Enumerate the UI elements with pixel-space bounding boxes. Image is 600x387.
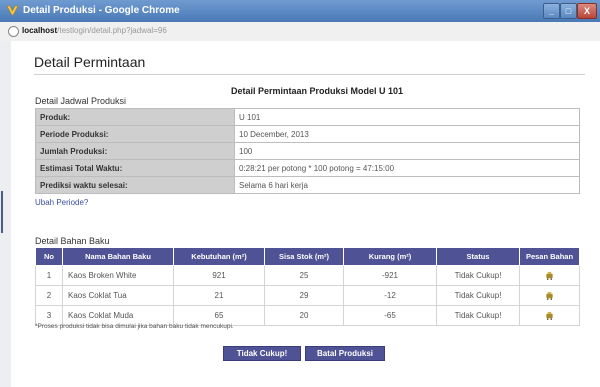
cart-icon[interactable] — [545, 271, 554, 281]
cart-icon[interactable] — [545, 291, 554, 301]
column-header: Sisa Stok (m²) — [264, 247, 344, 266]
table-row: Jumlah Produksi: 100 — [35, 142, 580, 160]
cell-stock: 29 — [264, 285, 344, 306]
column-header: Status — [436, 247, 520, 266]
schedule-section-label: Detail Jadwal Produksi — [35, 96, 127, 106]
request-heading: Detail Permintaan Produksi Model U 101 — [231, 86, 404, 96]
title-divider — [34, 74, 585, 75]
cell-short: -921 — [343, 265, 437, 286]
row-value: Selama 6 hari kerja — [234, 176, 580, 194]
column-header: Kurang (m²) — [343, 247, 437, 266]
window-title: Detail Produksi - Google Chrome — [23, 5, 180, 16]
cell-stock: 20 — [264, 305, 344, 326]
cell-status: Tidak Cukup! — [436, 285, 520, 306]
row-label: Jumlah Produksi: — [35, 142, 235, 160]
cell-status: Tidak Cukup! — [436, 305, 520, 326]
close-button[interactable]: X — [577, 3, 597, 19]
materials-table: No Nama Bahan Baku Kebutuhan (m²) Sisa S… — [35, 247, 580, 326]
url-path: /testlogin/detail.php?jadwal=96 — [57, 26, 167, 35]
column-header: Pesan Bahan — [519, 247, 580, 266]
table-row: 2 Kaos Coklat Tua 21 29 -12 Tidak Cukup! — [35, 285, 580, 306]
page-left-frame — [0, 41, 11, 387]
row-value: U 101 — [234, 108, 580, 126]
maximize-button[interactable]: □ — [560, 3, 577, 19]
table-row: Estimasi Total Waktu: 0:28:21 per potong… — [35, 159, 580, 177]
cell-need: 921 — [173, 265, 265, 286]
chrome-icon — [6, 5, 19, 16]
change-period-link[interactable]: Ubah Periode? — [35, 198, 88, 207]
cart-icon[interactable] — [545, 311, 554, 321]
column-header: Nama Bahan Baku — [62, 247, 174, 266]
address-bar[interactable]: localhost/testlogin/detail.php?jadwal=96 — [0, 22, 600, 42]
window-titlebar: Detail Produksi - Google Chrome _ □ X — [0, 0, 600, 22]
url-text[interactable]: localhost/testlogin/detail.php?jadwal=96 — [22, 26, 167, 35]
row-value: 10 December, 2013 — [234, 125, 580, 143]
page-info-icon[interactable] — [8, 26, 19, 37]
cell-name: Kaos Coklat Tua — [62, 285, 174, 306]
materials-section-label: Detail Bahan Baku — [35, 236, 110, 246]
table-header-row: No Nama Bahan Baku Kebutuhan (m²) Sisa S… — [35, 247, 580, 266]
cell-order — [519, 305, 580, 326]
row-label: Produk: — [35, 108, 235, 126]
material-note: *Proses produksi tidak bisa dimulai jika… — [35, 323, 234, 330]
schedule-table: Produk: U 101 Periode Produksi: 10 Decem… — [35, 108, 580, 194]
table-row: Prediksi waktu selesai: Selama 6 hari ke… — [35, 176, 580, 194]
cell-need: 21 — [173, 285, 265, 306]
insufficient-button[interactable]: Tidak Cukup! — [223, 346, 301, 361]
cell-no: 2 — [35, 285, 63, 306]
table-row: Produk: U 101 — [35, 108, 580, 126]
table-row: 1 Kaos Broken White 921 25 -921 Tidak Cu… — [35, 265, 580, 286]
page-title: Detail Permintaan — [34, 54, 146, 70]
row-value: 0:28:21 per potong * 100 potong = 47:15:… — [234, 159, 580, 177]
row-label: Periode Produksi: — [35, 125, 235, 143]
column-header: Kebutuhan (m²) — [173, 247, 265, 266]
cell-order — [519, 265, 580, 286]
cell-stock: 25 — [264, 265, 344, 286]
cell-order — [519, 285, 580, 306]
row-value: 100 — [234, 142, 580, 160]
url-host: localhost — [22, 26, 58, 35]
cell-name: Kaos Broken White — [62, 265, 174, 286]
cell-no: 1 — [35, 265, 63, 286]
cell-short: -12 — [343, 285, 437, 306]
cell-status: Tidak Cukup! — [436, 265, 520, 286]
table-row: Periode Produksi: 10 December, 2013 — [35, 125, 580, 143]
minimize-button[interactable]: _ — [543, 3, 560, 19]
column-header: No — [35, 247, 63, 266]
row-label: Prediksi waktu selesai: — [35, 176, 235, 194]
cell-short: -65 — [343, 305, 437, 326]
cancel-production-button[interactable]: Batal Produksi — [305, 346, 385, 361]
row-label: Estimasi Total Waktu: — [35, 159, 235, 177]
page-content: Detail Permintaan Detail Permintaan Prod… — [11, 41, 600, 387]
